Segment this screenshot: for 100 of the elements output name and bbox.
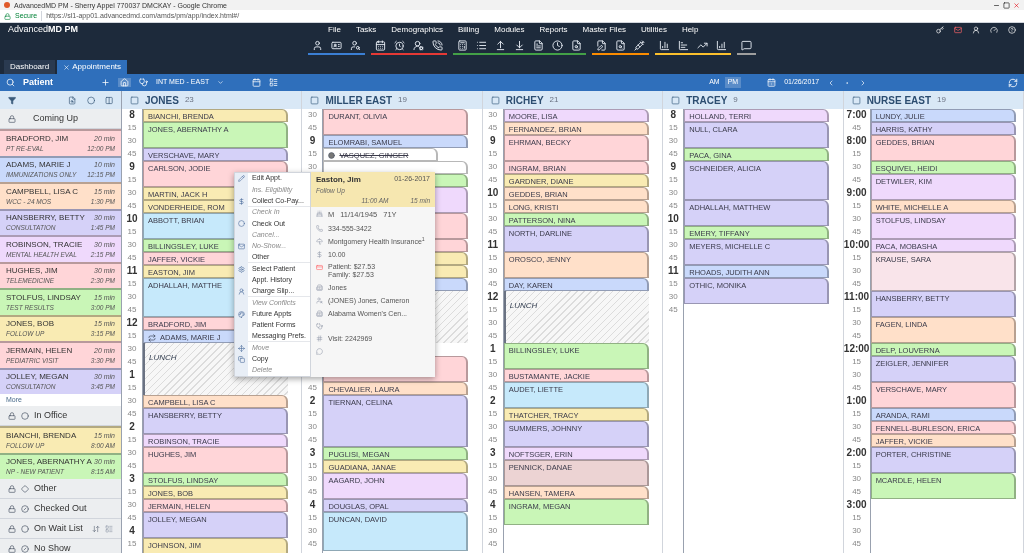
sort-icon[interactable] [92,524,100,533]
section-title: Checked Out [34,501,87,515]
patient-name: ADAMS, MARIE J [6,160,71,171]
menu-item[interactable]: Billing [457,23,480,36]
person-icon[interactable] [972,25,980,34]
alarm-clock-icon[interactable] [394,39,405,51]
provider-name: RICHEY [505,93,544,108]
syringe-icon[interactable] [634,39,645,51]
hour-label: 11 [487,239,499,251]
hour-label: 8 [129,109,135,121]
minute-label: 30 [668,239,678,251]
section-title: Coming Up [33,111,79,125]
minute-label: 45 [852,226,862,238]
close-icon[interactable] [63,63,71,71]
bar-chart-icon[interactable] [659,39,670,51]
minute-label: 30 [852,265,862,277]
building-icon [316,283,323,291]
columns-icon[interactable] [104,95,113,105]
minute-label: 15 [127,330,137,342]
message-icon[interactable] [741,39,752,51]
hour-label: 8 [670,109,676,121]
minute-label: 15 [127,434,137,446]
filter-icon[interactable] [8,95,17,105]
user-search-icon[interactable] [350,39,361,51]
move-icon [237,344,245,352]
calendar-icon[interactable] [375,39,386,51]
menu-item[interactable]: Tasks [355,23,377,36]
gauge-icon[interactable] [990,25,998,34]
menu-item[interactable]: Reports [539,23,568,36]
calculator-icon[interactable] [457,39,468,51]
hour-label: 11 [667,265,679,277]
maximize-icon[interactable] [1003,1,1010,9]
hour-label: 3:00 [846,499,867,511]
user-gear-icon[interactable] [413,39,424,51]
minute-label: 45 [852,486,862,498]
mail-icon[interactable] [954,25,962,34]
status-icon [21,411,29,420]
add-icon[interactable] [101,78,110,87]
minute-label: 15 [852,512,862,524]
menu-item[interactable]: Demographics [391,23,443,36]
dollar-icon [237,197,245,205]
hour-label: 9 [670,161,676,173]
app-logo: AdvancedMD PM [8,22,80,36]
minute-label: 45 [668,148,678,160]
appointment-count: 19 [937,94,946,106]
lock-icon [8,524,16,533]
hour-label: 10 [667,213,679,225]
stethoscope-icon[interactable] [139,78,148,87]
close-icon[interactable] [1013,1,1020,9]
minute-label: 30 [488,265,498,277]
minute-label: 45 [127,252,137,264]
tab[interactable]: Appointments [57,60,128,74]
document-icon[interactable] [533,39,544,51]
document-search-icon[interactable] [571,39,582,51]
hour-label: 10 [126,213,138,225]
phone-icon[interactable] [432,39,443,51]
help-icon[interactable] [1008,25,1016,34]
patient-name: ROBINSON, TRACIE [6,239,83,250]
tab[interactable]: Dashboard [4,60,56,74]
hash-icon [316,334,323,342]
clock-icon[interactable] [552,39,563,51]
menu-item[interactable]: Utilities [641,23,667,36]
minute-label: 45 [488,226,498,238]
minute-label: 45 [488,174,498,186]
bar-chart-icon[interactable] [678,39,689,51]
minute-label: 45 [488,382,498,394]
hour-label: 1 [490,343,496,355]
minute-label: 30 [127,135,137,147]
refresh-icon[interactable] [1008,77,1018,88]
document-search-icon[interactable] [615,39,626,51]
minute-label: 45 [488,278,498,290]
search-icon[interactable] [68,95,77,105]
user-icon[interactable] [312,39,323,51]
minute-label: 45 [127,408,137,420]
minute-label: 30 [852,317,862,329]
hour-label: 11:00 [844,291,870,303]
key-icon[interactable] [936,25,944,34]
minute-label: 45 [488,330,498,342]
menu-item[interactable]: Help [681,23,699,36]
minute-label: 30 [668,187,678,199]
document-edit-icon[interactable] [596,39,607,51]
home-button[interactable] [118,78,131,87]
hour-label: 4 [309,499,316,511]
minute-label: 15 [668,278,678,290]
download-icon[interactable] [514,39,525,51]
bar-chart-icon[interactable] [716,39,727,51]
minute-label: 30 [127,447,137,459]
menu-item[interactable]: File [328,23,341,36]
minute-label: 30 [488,473,498,485]
menu-item[interactable]: Master Files [582,23,627,36]
upload-icon[interactable] [495,39,506,51]
hour-label: 1:00 [846,395,867,407]
patient-name: CAMPBELL, LISA C [6,186,79,197]
minute-label: 30 [852,525,862,537]
id-card-icon[interactable] [331,39,342,51]
hour-label: 9 [129,161,135,173]
hour-label: 8:00 [846,135,867,147]
list-icon[interactable] [476,39,487,51]
patient-name: BIANCHI, BRENDA [6,430,77,441]
menu-item[interactable]: Modules [494,23,525,36]
